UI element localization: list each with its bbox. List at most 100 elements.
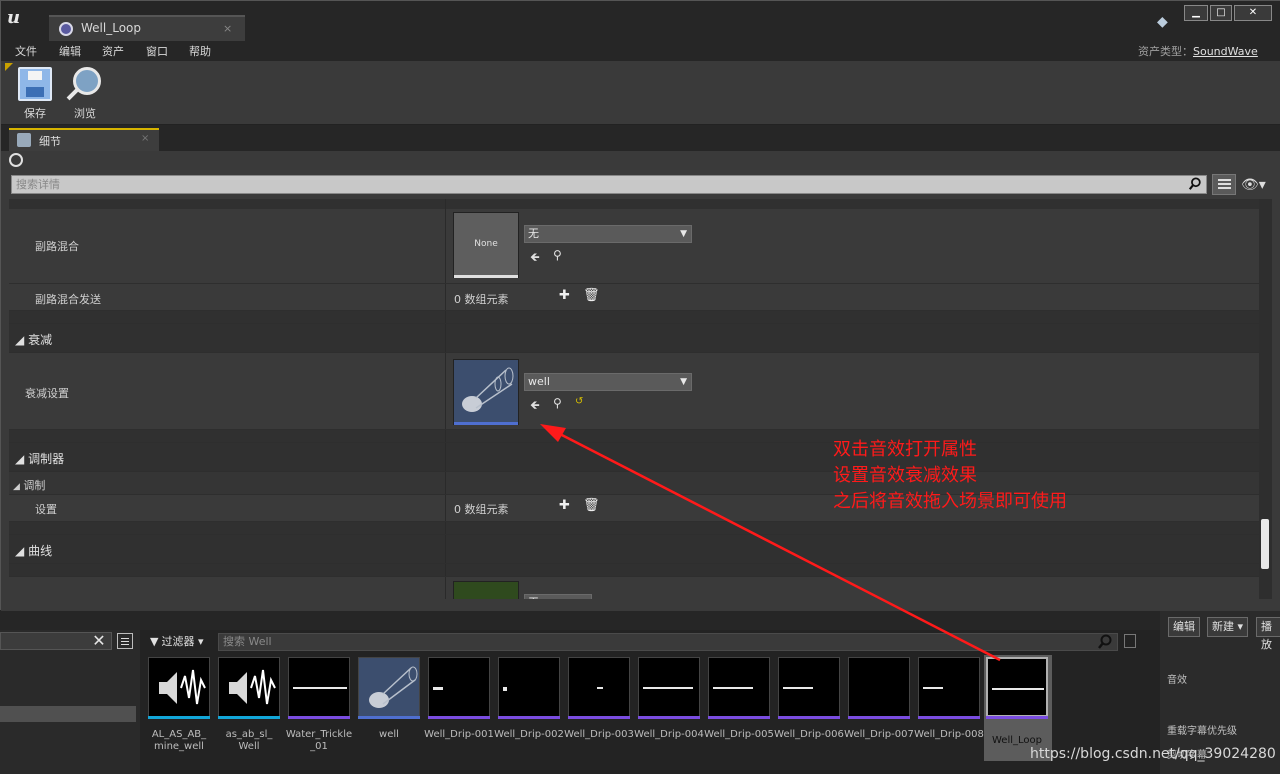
feedback-icon[interactable]: ◆: [1157, 14, 1173, 30]
speaker-wave-icon: [218, 657, 280, 717]
save-button[interactable]: 保存: [15, 67, 55, 121]
delete-icon[interactable]: 🗑: [583, 288, 600, 303]
category-curves[interactable]: ◢ 曲线: [9, 535, 1259, 563]
scrollbar-thumb[interactable]: [1261, 519, 1269, 569]
waveform-thumbnail: [708, 657, 770, 717]
document-tab[interactable]: Well_Loop ×: [49, 15, 245, 41]
expand-arrow-icon: ◢: [15, 452, 25, 466]
asset-tile[interactable]: Well_Drip-007: [844, 657, 914, 757]
use-selected-icon[interactable]: 🡸: [530, 248, 540, 269]
edit-button[interactable]: 编辑: [1168, 617, 1200, 637]
use-selected-icon[interactable]: 🡸: [530, 396, 540, 417]
panel-corner-marker: [5, 63, 13, 71]
lock-icon[interactable]: [9, 153, 23, 167]
asset-label: as_ab_sl_ Well: [225, 729, 273, 752]
selected-folder-row[interactable]: [0, 706, 136, 722]
attenuation-dropdown[interactable]: well ▼: [524, 373, 692, 391]
subcategory-modulation[interactable]: ◢ 调制: [9, 472, 1259, 494]
waveform-thumbnail: [498, 657, 560, 717]
add-element-icon[interactable]: ✚: [559, 288, 570, 303]
play-button[interactable]: 播放: [1256, 617, 1280, 651]
minimize-icon[interactable]: ▁: [1184, 5, 1208, 21]
attenuation-cone-icon: [462, 367, 514, 412]
details-search-input[interactable]: 搜索详情: [11, 175, 1207, 194]
array-count: 0 数组元素: [454, 293, 509, 306]
asset-tile[interactable]: Well_Drip-003: [564, 657, 634, 757]
close-window-icon[interactable]: ✕: [1234, 5, 1272, 21]
asset-label: AL_AS_AB_ mine_well: [151, 729, 207, 752]
asset-tile[interactable]: Well_Drip-006: [774, 657, 844, 757]
asset-label: Well_Drip-002: [494, 729, 564, 740]
attenuation-asset-thumbnail[interactable]: [453, 359, 519, 425]
filter-button[interactable]: ▼ 过滤器 ▾: [150, 634, 204, 650]
asset-tile[interactable]: as_ab_sl_ Well: [218, 657, 282, 757]
asset-thumbnail[interactable]: None: [453, 212, 519, 278]
property-row-settings: 设置 0 数组元素 ✚ 🗑: [9, 495, 1259, 521]
waveform-thumbnail: [568, 657, 630, 717]
attenuation-cone-icon: [358, 657, 420, 717]
panel-tab-bar: [1, 125, 1280, 151]
view-options-icon[interactable]: [117, 633, 133, 649]
maximize-icon[interactable]: □: [1210, 5, 1232, 21]
speaker-wave-icon: [148, 657, 210, 717]
asset-tile[interactable]: AL_AS_AB_ mine_well: [148, 657, 212, 757]
waveform-thumbnail: [778, 657, 840, 717]
reset-to-default-icon[interactable]: ↺: [575, 396, 583, 407]
watermark: https://blog.csdn.net/qq_39024280: [1030, 746, 1276, 762]
new-button[interactable]: 新建 ▾: [1207, 617, 1249, 637]
window-controls: ▁ □ ✕: [1184, 5, 1272, 23]
save-search-icon[interactable]: [1124, 634, 1136, 648]
asset-label: Well_Drip-007: [844, 729, 914, 740]
asset-tile[interactable]: Well_Drip-005: [704, 657, 774, 757]
asset-tile[interactable]: Well_Drip-002: [494, 657, 564, 757]
search-icon: [1188, 177, 1201, 190]
property-list: 副路混合 None 无 ▼ 🡸 ⚲ 副路混合发送 0 数组元素 ✚ 🗑 ◢ 衰减…: [9, 199, 1272, 599]
browse-icon: [73, 67, 101, 95]
close-tab-icon[interactable]: ×: [141, 133, 149, 144]
curve-dropdown[interactable]: 无▼: [524, 594, 592, 599]
add-element-icon[interactable]: ✚: [559, 498, 570, 513]
array-count: 0 数组元素: [454, 503, 509, 516]
property-matrix-icon[interactable]: [1212, 174, 1236, 195]
annotation-text: 双击音效打开属性 设置音效衰减效果 之后将音效拖入场景即可使用: [833, 439, 1067, 512]
waveform-thumbnail: [288, 657, 350, 717]
curve-asset-thumbnail[interactable]: [453, 581, 519, 599]
waveform-thumbnail: [638, 657, 700, 717]
asset-tile[interactable]: Well_Drip-008: [914, 657, 984, 757]
menu-help[interactable]: 帮助: [189, 43, 211, 59]
asset-tile[interactable]: Well_Drip-001: [424, 657, 494, 757]
toolbar: [1, 61, 1280, 125]
asset-tile[interactable]: well: [358, 657, 422, 757]
asset-label: Well_Drip-006: [774, 729, 844, 740]
asset-search-input[interactable]: 搜索 Well: [218, 633, 1118, 651]
tab-details[interactable]: 细节 ×: [9, 128, 159, 151]
clear-search-icon[interactable]: ✕: [90, 632, 108, 650]
expand-arrow-icon: ◢: [15, 333, 25, 347]
menu-bar: 文件 编辑 资产 窗口 帮助: [1, 41, 1280, 61]
browse-button[interactable]: 浏览: [65, 67, 105, 121]
browse-asset-icon[interactable]: ⚲: [553, 396, 562, 410]
asset-tile[interactable]: Water_Trickle _01: [286, 657, 352, 757]
visibility-eye-icon[interactable]: 👁▾: [1241, 177, 1267, 193]
waveform-thumbnail: [428, 657, 490, 717]
tab-title: Well_Loop: [81, 21, 141, 35]
menu-window[interactable]: 窗口: [146, 43, 168, 59]
menu-file[interactable]: 文件: [15, 43, 37, 59]
asset-label: Water_Trickle _01: [285, 729, 353, 752]
asset-tile[interactable]: Well_Drip-004: [634, 657, 704, 757]
browse-asset-icon[interactable]: ⚲: [553, 248, 562, 262]
asset-type-link[interactable]: SoundWave: [1193, 45, 1258, 58]
asset-tile-selected[interactable]: Well_Loop: [986, 657, 1050, 757]
asset-type: 资产类型：SoundWave: [1138, 45, 1258, 58]
asset-label: Well_Drip-003: [564, 729, 634, 740]
folder-tree-panel: [0, 630, 140, 774]
property-label: 设置: [35, 503, 57, 516]
menu-asset[interactable]: 资产: [102, 43, 124, 59]
delete-icon[interactable]: 🗑: [583, 498, 600, 513]
submix-dropdown[interactable]: 无 ▼: [524, 225, 692, 243]
category-modulator[interactable]: ◢ 调制器: [9, 443, 1259, 471]
close-tab-icon[interactable]: ×: [223, 22, 232, 35]
category-attenuation[interactable]: ◢ 衰减: [9, 324, 1259, 352]
menu-edit[interactable]: 编辑: [59, 43, 81, 59]
waveform-thumbnail: [986, 657, 1048, 717]
